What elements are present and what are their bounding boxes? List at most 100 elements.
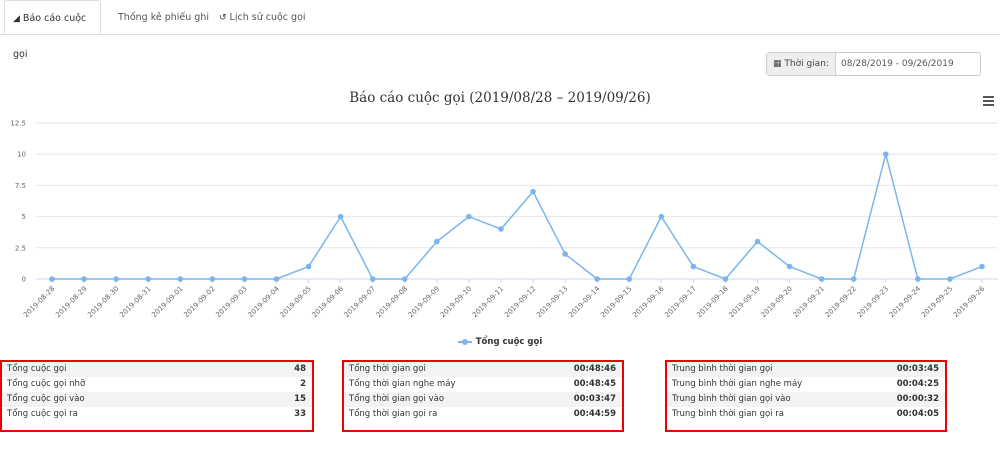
tab-bar: ◢ Báo cáo cuộc gọi Thống kê phiếu ghi ↺ Lị… xyxy=(0,0,1000,60)
stat-value: 00:00:32 xyxy=(896,394,939,404)
data-point[interactable] xyxy=(498,226,504,232)
stat-value: 00:04:05 xyxy=(896,409,939,419)
data-point[interactable] xyxy=(562,251,568,257)
area-chart-icon: ◢ xyxy=(13,14,20,24)
tab-call-report[interactable]: ◢ Báo cáo cuộc gọi xyxy=(4,0,101,60)
x-tick-label: 2019-09-10 xyxy=(439,285,473,319)
data-point[interactable] xyxy=(594,276,600,282)
x-tick-label: 2019-09-25 xyxy=(920,285,954,319)
stat-row: Trung bình thời gian nghe máy 00:04:25 xyxy=(667,377,945,392)
x-tick-label: 2019-08-30 xyxy=(86,285,120,319)
data-point[interactable] xyxy=(915,276,921,282)
data-point[interactable] xyxy=(786,263,793,270)
x-tick-label: 2019-09-22 xyxy=(824,285,858,319)
data-point[interactable] xyxy=(690,263,697,270)
data-point[interactable] xyxy=(241,276,248,282)
x-tick-label: 2019-09-12 xyxy=(503,285,537,319)
data-point[interactable] xyxy=(850,276,857,282)
stat-label: Tổng thời gian gọi xyxy=(349,364,426,374)
x-tick-label: 2019-09-18 xyxy=(695,285,729,319)
stat-label: Tổng thời gian gọi ra xyxy=(349,409,438,419)
stat-value: 00:48:45 xyxy=(573,379,616,389)
y-tick-label: 10 xyxy=(17,151,26,159)
x-tick-label: 2019-09-07 xyxy=(343,285,377,319)
data-point[interactable] xyxy=(754,238,761,245)
x-tick-label: 2019-09-15 xyxy=(599,285,633,319)
x-tick-label: 2019-09-23 xyxy=(856,285,890,319)
data-point[interactable] xyxy=(273,276,280,282)
stat-label: Trung bình thời gian gọi vào xyxy=(672,394,791,404)
time-filter[interactable]: ▦ Thời gian: 08/28/2019 - 09/26/2019 xyxy=(766,52,981,76)
stat-row: Trung bình thời gian gọi ra 00:04:05 xyxy=(667,407,945,422)
legend-marker-icon xyxy=(457,338,472,345)
x-tick-label: 2019-09-16 xyxy=(631,284,666,319)
data-point[interactable] xyxy=(882,151,889,157)
data-point[interactable] xyxy=(401,276,408,282)
data-point[interactable] xyxy=(369,276,376,282)
stat-value: 00:44:59 xyxy=(573,409,616,419)
line-chart: 2019-08-282019-08-292019-08-302019-08-31… xyxy=(10,120,998,319)
data-point[interactable] xyxy=(818,276,825,282)
x-tick-label: 2019-09-14 xyxy=(567,284,602,319)
stat-label: Trung bình thời gian gọi ra xyxy=(672,409,784,419)
x-tick-label: 2019-09-24 xyxy=(888,284,923,319)
stat-row: Tổng cuộc gọi 48 xyxy=(2,362,312,377)
x-tick-label: 2019-09-03 xyxy=(214,285,248,319)
x-tick-label: 2019-09-05 xyxy=(279,285,313,319)
data-point[interactable] xyxy=(177,276,184,282)
data-point[interactable] xyxy=(530,188,536,195)
x-tick-label: 2019-09-17 xyxy=(663,285,697,319)
stat-row: Tổng thời gian nghe máy 00:48:45 xyxy=(344,377,622,392)
legend-label: Tổng cuộc gọi xyxy=(475,337,543,347)
time-filter-label-text: Thời gian: xyxy=(784,59,829,69)
x-tick-label: 2019-09-06 xyxy=(311,284,346,319)
stat-label: Tổng cuộc gọi vào xyxy=(7,394,85,404)
data-point[interactable] xyxy=(466,213,472,220)
data-point[interactable] xyxy=(337,213,344,220)
stat-label: Tổng thời gian nghe máy xyxy=(349,379,456,389)
data-point[interactable] xyxy=(81,276,87,282)
chart-title: Báo cáo cuộc gọi (2019/08/28 – 2019/09/2… xyxy=(349,90,651,106)
x-tick-label: 2019-09-19 xyxy=(727,285,761,319)
stat-label: Tổng cuộc gọi nhỡ xyxy=(7,379,86,389)
data-point[interactable] xyxy=(209,276,216,282)
data-point[interactable] xyxy=(626,276,633,282)
data-point[interactable] xyxy=(434,238,440,245)
x-tick-label: 2019-09-04 xyxy=(246,284,281,319)
stat-label: Trung bình thời gian nghe máy xyxy=(672,379,803,389)
date-range-input[interactable]: 08/28/2019 - 09/26/2019 xyxy=(841,53,954,75)
tab-label: Báo cáo cuộc gọi xyxy=(13,13,87,60)
data-point[interactable] xyxy=(49,276,55,282)
tab-call-history[interactable]: ↺ Lịch sử cuộc gọi xyxy=(219,0,306,34)
stat-row: Tổng thời gian gọi ra 00:44:59 xyxy=(344,407,622,422)
data-point[interactable] xyxy=(947,276,953,282)
chart-legend[interactable]: Tổng cuộc gọi xyxy=(0,337,1000,347)
stats-panel-calls: Tổng cuộc gọi 48 Tổng cuộc gọi nhỡ 2 Tổng … xyxy=(0,360,314,432)
data-point[interactable] xyxy=(145,276,152,282)
tab-label: Thống kê phiếu ghi xyxy=(118,12,210,23)
calendar-icon: ▦ xyxy=(773,59,782,69)
stat-label: Tổng thời gian gọi vào xyxy=(349,394,445,404)
stat-row: Tổng cuộc gọi vào 15 xyxy=(2,392,312,407)
y-tick-label: 0 xyxy=(22,276,26,284)
stat-value: 00:03:47 xyxy=(573,394,616,404)
x-tick-label: 2019-09-08 xyxy=(375,285,409,319)
tab-label: Lịch sử cuộc gọi xyxy=(229,12,306,23)
stats-panel-duration: Tổng thời gian gọi 00:48:46 Tổng thời gia… xyxy=(342,360,624,432)
y-tick-label: 2.5 xyxy=(15,244,26,252)
data-point[interactable] xyxy=(722,276,729,282)
data-point[interactable] xyxy=(658,213,665,220)
stat-label: Tổng cuộc gọi ra xyxy=(7,409,78,419)
data-point[interactable] xyxy=(979,263,985,270)
x-tick-label: 2019-09-09 xyxy=(407,285,441,319)
stat-value: 2 xyxy=(300,379,306,389)
stat-row: Tổng cuộc gọi nhỡ 2 xyxy=(2,377,312,392)
stat-row: Tổng thời gian gọi 00:48:46 xyxy=(344,362,622,377)
data-point[interactable] xyxy=(113,276,119,282)
y-tick-label: 5 xyxy=(22,213,26,221)
x-tick-label: 2019-09-21 xyxy=(792,285,826,319)
tab-record-stats[interactable]: Thống kê phiếu ghi xyxy=(118,0,209,34)
data-point[interactable] xyxy=(305,263,312,270)
stat-value: 48 xyxy=(294,364,306,374)
stat-value: 33 xyxy=(294,409,306,419)
